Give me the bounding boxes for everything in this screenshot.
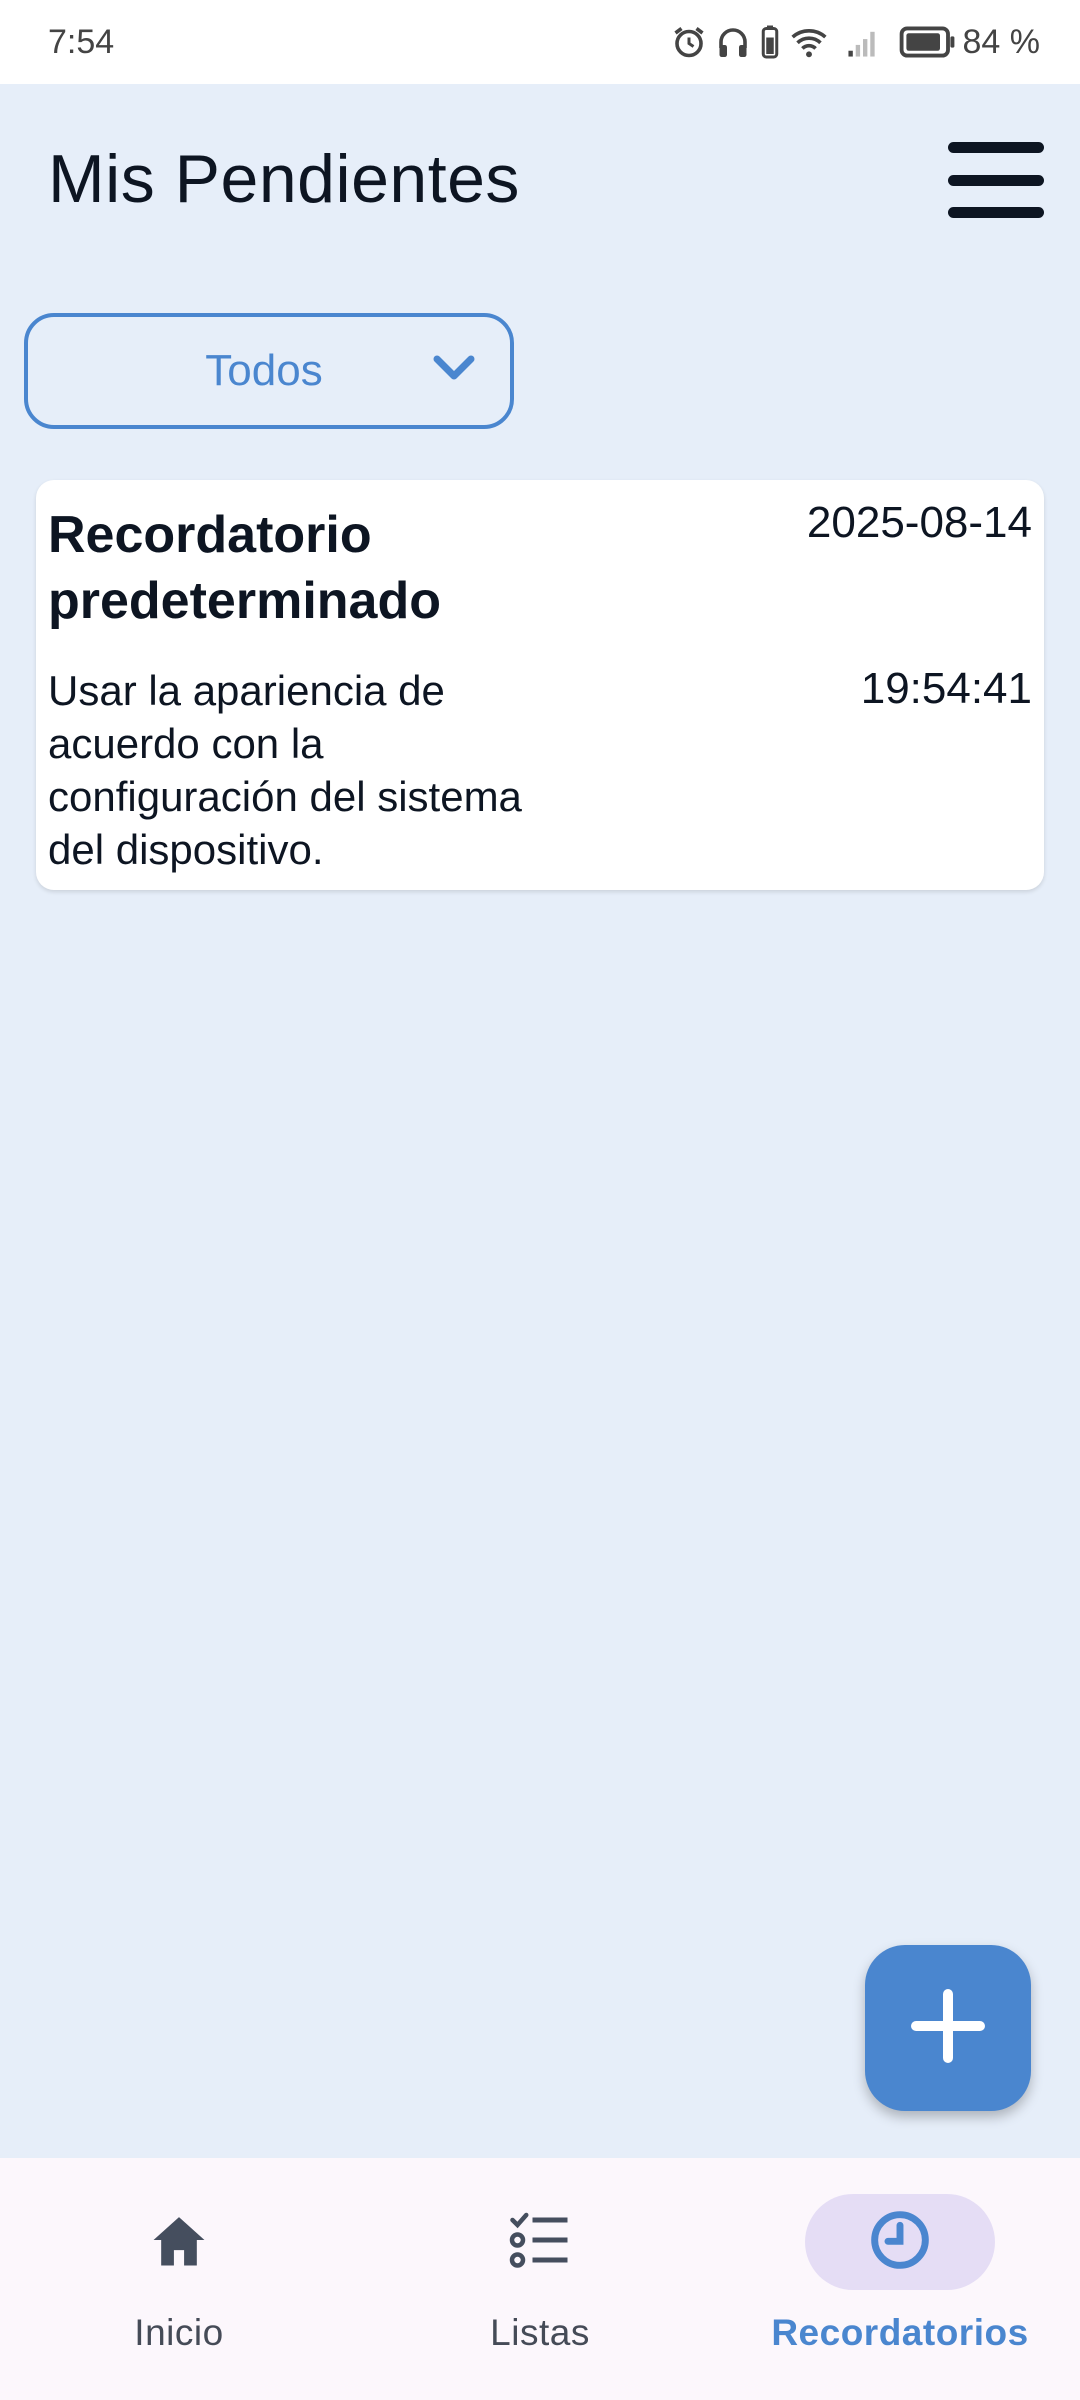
status-time: 7:54 — [48, 22, 115, 61]
battery-percent: 84 % — [962, 22, 1041, 61]
filter-selected-value: Todos — [205, 346, 323, 395]
page-title: Mis Pendientes — [48, 141, 520, 217]
filter-dropdown[interactable]: Todos — [24, 313, 514, 429]
checklist-icon — [507, 2210, 573, 2275]
reminder-date: 2025-08-14 — [806, 498, 1032, 547]
nav-item-listas[interactable]: Listas — [390, 2158, 690, 2400]
nav-label-recordatorios: Recordatorios — [771, 2312, 1029, 2353]
alarm-icon — [671, 24, 707, 60]
hamburger-menu-icon[interactable] — [946, 140, 1046, 220]
battery-icon — [899, 26, 957, 58]
menu-line — [948, 174, 1044, 186]
add-reminder-button[interactable] — [865, 1945, 1031, 2111]
signal-icon — [845, 26, 881, 58]
battery-small-icon — [759, 24, 781, 60]
nav-label-listas: Listas — [490, 2312, 590, 2353]
reminder-description: Usar la apariencia de acuerdo con la con… — [48, 667, 522, 873]
nav-label-inicio: Inicio — [134, 2312, 224, 2353]
home-icon — [148, 2212, 210, 2273]
status-icons: 84 % — [671, 22, 1041, 62]
chevron-down-icon — [432, 353, 476, 388]
nav-icon-container — [445, 2194, 635, 2290]
status-bar: 7:54 84 % — [0, 0, 1080, 84]
nav-item-recordatorios[interactable]: Recordatorios — [750, 2158, 1050, 2400]
nav-icon-container — [84, 2194, 274, 2290]
menu-line — [948, 207, 1044, 218]
wifi-icon — [789, 24, 829, 60]
nav-icon-container — [805, 2194, 995, 2290]
nav-item-inicio[interactable]: Inicio — [29, 2158, 329, 2400]
headphones-icon — [715, 24, 751, 60]
reminder-title: Recordatorio predeterminado — [48, 506, 441, 630]
plus-icon — [910, 1988, 986, 2069]
reminder-card[interactable]: Recordatorio predeterminado 2025-08-14 U… — [36, 480, 1044, 890]
menu-line — [948, 142, 1044, 153]
battery-indicator: 84 % — [899, 22, 1041, 62]
bottom-navigation: Inicio Listas Recordatorios — [0, 2158, 1080, 2400]
clock-icon — [868, 2208, 932, 2277]
reminder-time: 19:54:41 — [860, 664, 1032, 713]
